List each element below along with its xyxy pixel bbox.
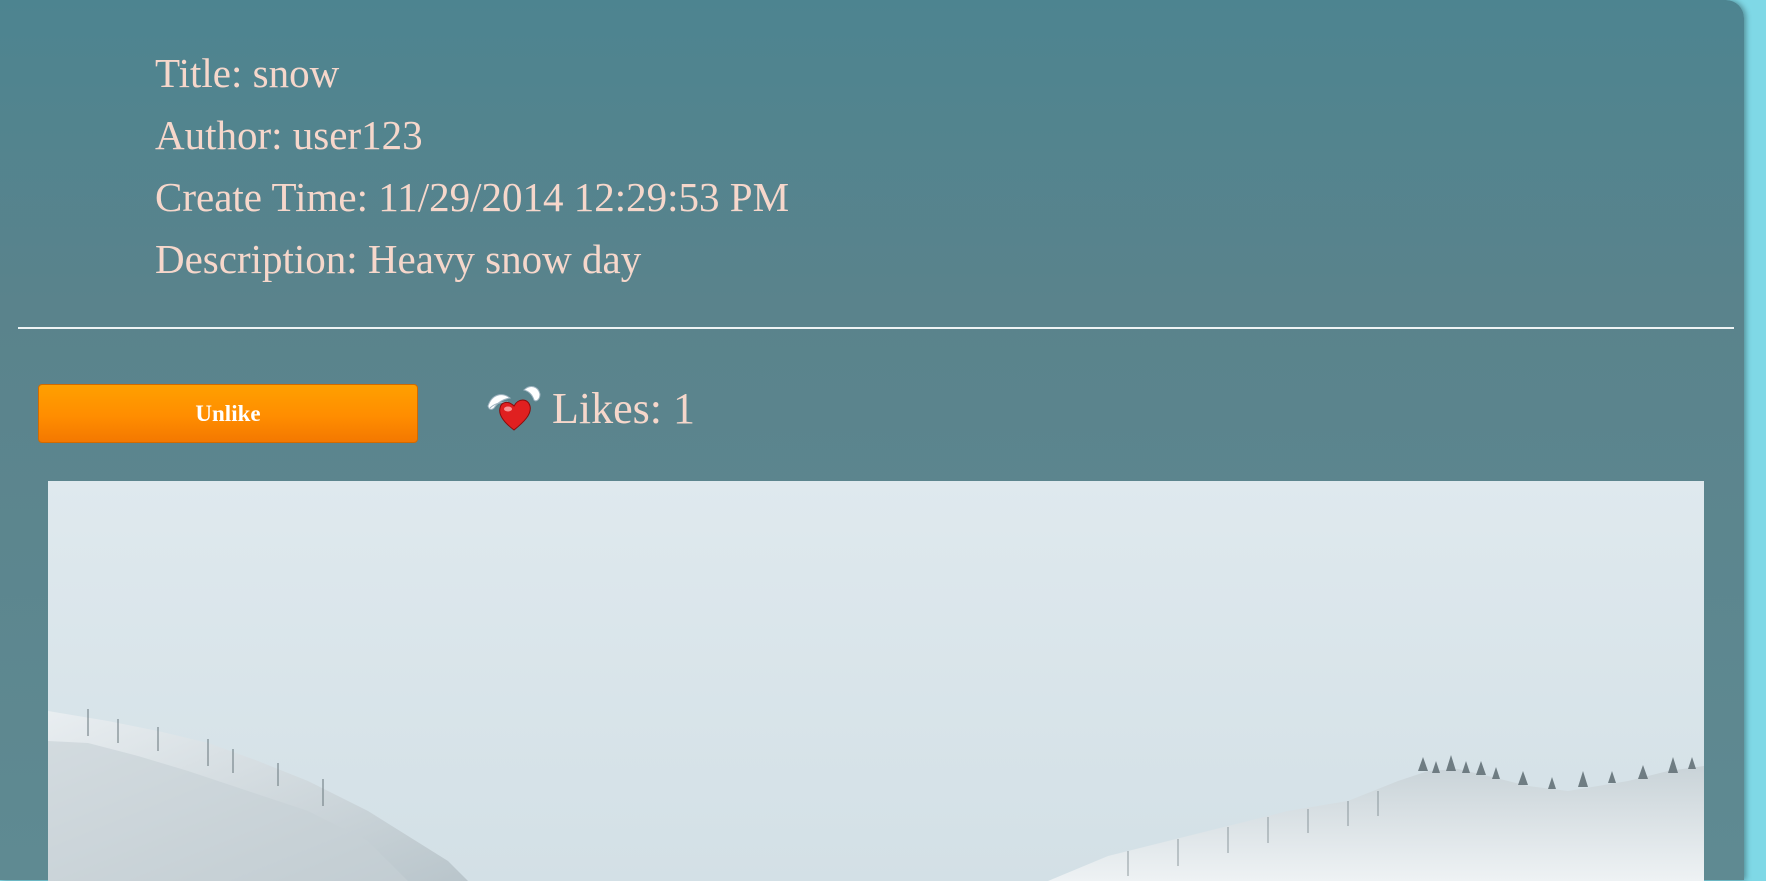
post-create-time: Create Time: 11/29/2014 12:29:53 PM: [155, 174, 790, 220]
post-author: Author: user123: [155, 112, 423, 158]
post-description: Description: Heavy snow day: [155, 236, 642, 282]
unlike-button[interactable]: Unlike: [38, 384, 418, 443]
post-photo: [48, 481, 1704, 881]
likes-counter: Likes: 1: [484, 378, 695, 438]
post-panel: Title: snow Author: user123 Create Time:…: [0, 0, 1744, 881]
section-divider: [18, 327, 1734, 329]
likes-count-text: Likes: 1: [552, 383, 695, 433]
post-details: Title: snow Author: user123 Create Time:…: [155, 42, 789, 290]
winged-heart-icon: [484, 382, 544, 434]
post-title: Title: snow: [155, 50, 340, 96]
